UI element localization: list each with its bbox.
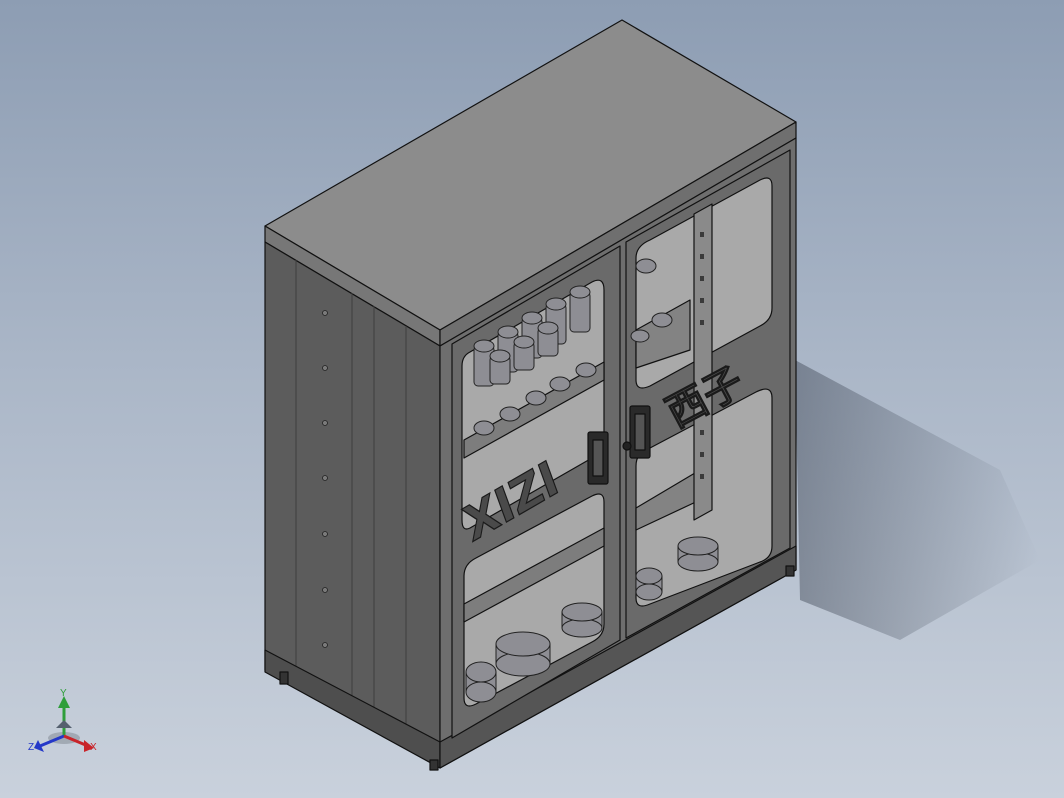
triad-z-label: Z bbox=[28, 742, 34, 753]
left-door-handle[interactable] bbox=[587, 431, 609, 485]
cad-viewport[interactable]: XIZI 西子 Y Z X bbox=[0, 0, 1064, 798]
triad-x-label: X bbox=[90, 742, 97, 753]
right-slotted-rail bbox=[693, 203, 713, 521]
triad-y-label: Y bbox=[60, 688, 67, 699]
right-door-handle[interactable] bbox=[629, 405, 651, 459]
door-lock[interactable] bbox=[622, 441, 632, 451]
view-orientation-triad-icon[interactable]: Y Z X bbox=[28, 688, 97, 753]
floor-shadow bbox=[795, 360, 1040, 640]
